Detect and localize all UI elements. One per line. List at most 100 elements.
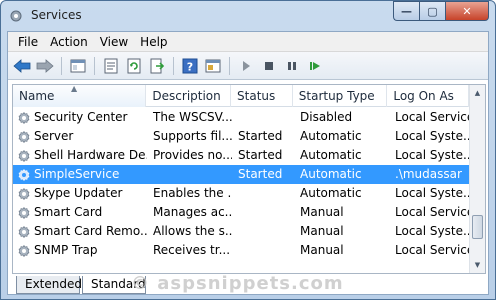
menu-view[interactable]: View bbox=[94, 35, 134, 49]
column-header-description[interactable]: Description bbox=[146, 85, 232, 107]
cell-log-on-as: Local Syste... bbox=[395, 129, 471, 143]
cell-startup-type: Automatic bbox=[300, 148, 362, 162]
cell-status bbox=[232, 108, 294, 127]
column-header-status[interactable]: Status bbox=[231, 85, 293, 107]
cell-log-on-as: Local Service bbox=[395, 110, 471, 124]
cell-log-on-as: Local Syste... bbox=[395, 148, 471, 162]
toolbar-separator bbox=[173, 56, 174, 75]
view-icon[interactable] bbox=[203, 56, 223, 76]
service-gear-icon bbox=[18, 206, 30, 219]
refresh-icon[interactable] bbox=[124, 56, 144, 76]
cell-name: Smart Card bbox=[13, 203, 147, 222]
cell-status bbox=[232, 222, 294, 241]
table-row[interactable]: Server Supports fil... Started Automatic Loc… bbox=[13, 127, 471, 146]
table-row[interactable]: Skype Updater Enables the ... Automatic Loc… bbox=[13, 184, 471, 203]
cell-log-on-as: .\mudassar bbox=[395, 167, 462, 181]
cell-status: Started bbox=[238, 129, 283, 143]
cell-name: Security Center bbox=[13, 108, 147, 127]
caption-buttons: — ▢ ✕ bbox=[393, 1, 489, 21]
stop-icon[interactable] bbox=[259, 56, 279, 76]
column-header-log-on-as[interactable]: Log On As bbox=[387, 85, 469, 107]
svg-text:?: ? bbox=[187, 60, 193, 73]
window-title: Services bbox=[31, 8, 82, 22]
cell-name: Server bbox=[13, 127, 147, 146]
restart-icon[interactable] bbox=[305, 56, 325, 76]
table-row[interactable]: SNMP Trap Receives tr... Manual Local Servi… bbox=[13, 241, 471, 260]
cell-description bbox=[147, 165, 232, 184]
help-icon[interactable]: ? bbox=[180, 56, 200, 76]
back-icon[interactable] bbox=[12, 56, 32, 76]
cell-startup-type: Manual bbox=[300, 205, 344, 219]
console-tree-icon[interactable] bbox=[68, 56, 88, 76]
cell-status bbox=[232, 184, 294, 203]
table-row[interactable]: Shell Hardware De... Provides no... Starte… bbox=[13, 146, 471, 165]
cell-description: Allows the s... bbox=[153, 224, 232, 238]
toolbar-separator bbox=[229, 56, 230, 75]
cell-description: Enables the ... bbox=[153, 186, 232, 200]
cell-startup-type: Manual bbox=[300, 243, 344, 257]
cell-status: Started bbox=[238, 167, 283, 181]
cell-startup-type: Automatic bbox=[300, 167, 362, 181]
cell-name: SNMP Trap bbox=[13, 241, 147, 260]
menu-help[interactable]: Help bbox=[134, 35, 173, 49]
cell-description: Receives tr... bbox=[153, 243, 231, 257]
export-icon[interactable] bbox=[147, 56, 167, 76]
cell-name: Smart Card Remo... bbox=[13, 222, 147, 241]
cell-startup-type: Automatic bbox=[300, 186, 362, 200]
scroll-up-button[interactable]: ▲ bbox=[470, 85, 485, 101]
table-row[interactable]: Smart Card Manages ac... Manual Local Servi… bbox=[13, 203, 471, 222]
toolbar: ? bbox=[8, 52, 488, 80]
cell-name: Skype Updater bbox=[13, 184, 147, 203]
watermark: © aspsnippets.com bbox=[131, 273, 344, 294]
service-gear-icon bbox=[18, 187, 30, 200]
maximize-button[interactable]: ▢ bbox=[419, 1, 445, 21]
table-row[interactable]: SimpleService Started Automatic .\mudassar bbox=[13, 165, 471, 184]
sort-ascending-icon: ▲ bbox=[71, 85, 78, 93]
cell-log-on-as: Local Service bbox=[395, 243, 471, 257]
cell-name: Shell Hardware De... bbox=[13, 146, 147, 165]
start-icon[interactable] bbox=[236, 56, 256, 76]
service-gear-icon bbox=[18, 111, 30, 124]
menu-action[interactable]: Action bbox=[44, 35, 94, 49]
cell-startup-type: Disabled bbox=[300, 110, 353, 124]
forward-icon[interactable] bbox=[35, 56, 55, 76]
cell-status bbox=[232, 203, 294, 222]
menu-bar: File Action View Help bbox=[8, 32, 488, 52]
scroll-down-button[interactable]: ▼ bbox=[470, 257, 485, 273]
cell-log-on-as: Local Syste... bbox=[395, 224, 471, 238]
cell-status: Started bbox=[238, 148, 283, 162]
cell-startup-type: Manual bbox=[300, 224, 344, 238]
services-gear-icon bbox=[10, 10, 22, 22]
menu-file[interactable]: File bbox=[8, 35, 44, 49]
client-area: File Action View Help ? ▲ Name Descripti… bbox=[7, 31, 489, 295]
table-rows: Security Center The WSCSV... Disabled Local… bbox=[13, 108, 471, 260]
table-row[interactable]: Smart Card Remo... Allows the s... Manual L… bbox=[13, 222, 471, 241]
column-header-name[interactable]: ▲ Name bbox=[13, 85, 147, 107]
cell-description: The WSCSV... bbox=[153, 110, 232, 124]
service-gear-icon bbox=[18, 168, 30, 181]
service-gear-icon bbox=[18, 130, 30, 143]
cell-startup-type: Automatic bbox=[300, 129, 362, 143]
column-header-row: ▲ Name Description Status Startup Type L… bbox=[13, 85, 469, 107]
scroll-thumb[interactable] bbox=[472, 215, 483, 239]
service-gear-icon bbox=[18, 149, 30, 162]
cell-log-on-as: Local Syste... bbox=[395, 186, 471, 200]
service-gear-icon bbox=[18, 244, 30, 257]
table-row[interactable]: Security Center The WSCSV... Disabled Local… bbox=[13, 108, 471, 127]
column-header-startup-type[interactable]: Startup Type bbox=[293, 85, 388, 107]
services-list[interactable]: ▲ Name Description Status Startup Type L… bbox=[12, 84, 486, 274]
close-button[interactable]: ✕ bbox=[445, 1, 489, 21]
minimize-button[interactable]: — bbox=[393, 1, 419, 21]
vertical-scrollbar[interactable]: ▲ ▼ bbox=[469, 85, 485, 273]
tab-extended[interactable]: Extended bbox=[16, 276, 82, 294]
title-bar[interactable]: Services — ▢ ✕ bbox=[1, 1, 495, 31]
service-gear-icon bbox=[18, 225, 30, 238]
cell-status bbox=[232, 241, 294, 260]
services-window: Services — ▢ ✕ File Action View Help ? ▲… bbox=[0, 0, 496, 300]
toolbar-separator bbox=[61, 56, 62, 75]
properties-icon[interactable] bbox=[101, 56, 121, 76]
cell-description: Provides no... bbox=[153, 148, 232, 162]
pause-icon[interactable] bbox=[282, 56, 302, 76]
cell-description: Manages ac... bbox=[153, 205, 232, 219]
cell-name: SimpleService bbox=[13, 165, 147, 184]
